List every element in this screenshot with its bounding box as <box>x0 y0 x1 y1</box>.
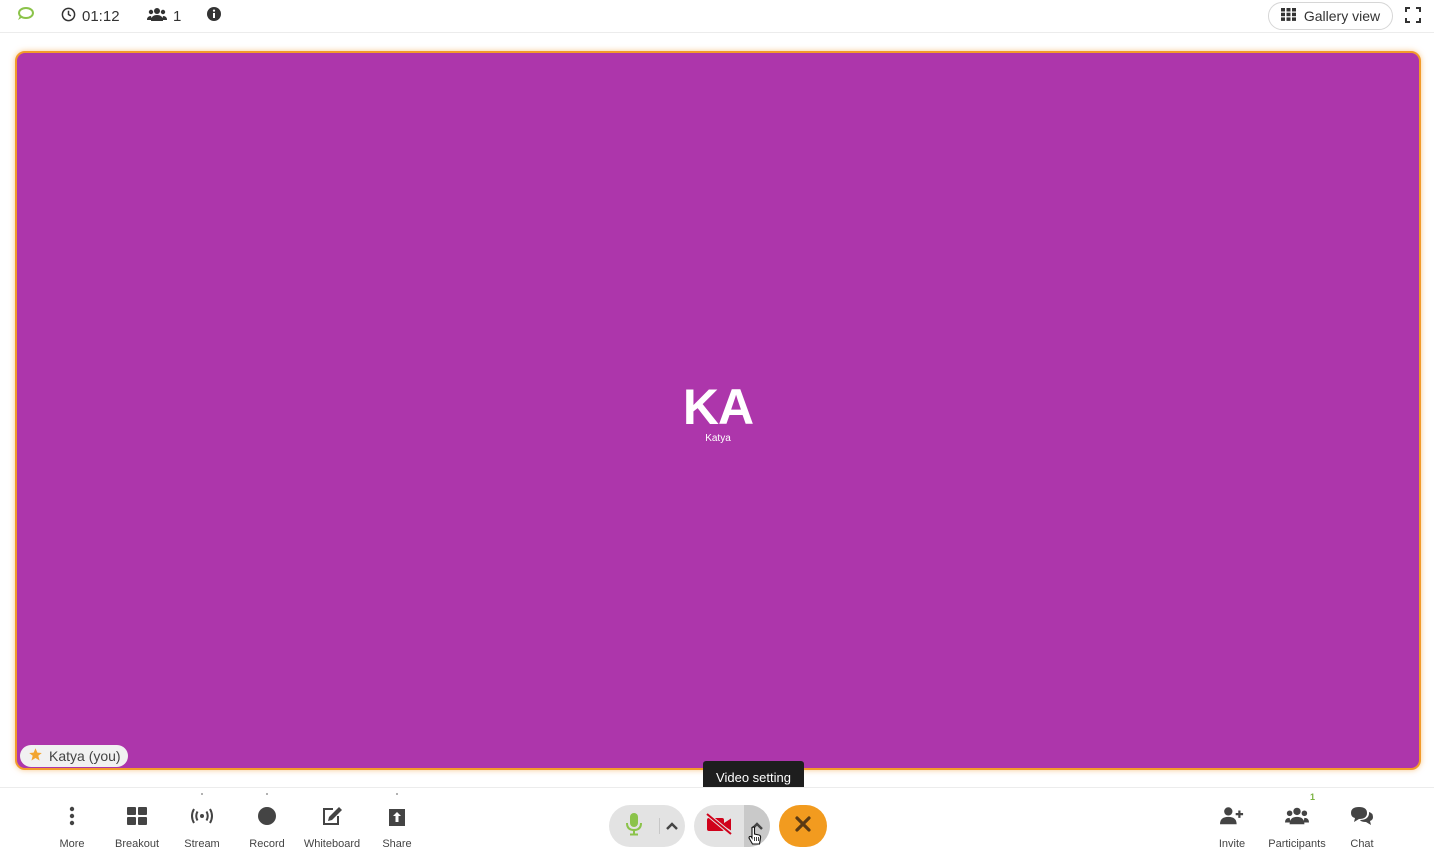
pointer-cursor-icon <box>748 826 762 846</box>
grid-icon <box>1280 8 1296 24</box>
whiteboard-button[interactable]: Whiteboard <box>300 804 364 850</box>
fullscreen-icon[interactable] <box>1405 7 1423 25</box>
users-icon: 1 <box>1285 792 1315 828</box>
participants-badge: 1 <box>1309 792 1315 802</box>
stream-label: Stream <box>184 838 220 850</box>
whiteboard-label: Whiteboard <box>303 838 361 850</box>
record-button[interactable]: Record <box>235 793 299 850</box>
users-icon <box>147 7 167 26</box>
chat-label: Chat <box>1350 838 1374 850</box>
info-icon <box>206 6 222 26</box>
avatar-name: Katya <box>705 433 731 444</box>
timer-text: 01:12 <box>82 7 120 25</box>
edit-icon <box>320 804 344 828</box>
broadcast-icon <box>190 793 214 828</box>
avatar-initials: KA <box>682 379 754 435</box>
video-off-icon <box>705 811 733 840</box>
grid-icon <box>125 804 149 828</box>
stream-button[interactable]: Stream <box>170 793 234 850</box>
chat-icon <box>1350 804 1374 828</box>
more-button[interactable]: More <box>40 804 104 850</box>
self-name-label: Katya (you) <box>49 748 121 764</box>
share-button[interactable]: Share <box>365 793 429 850</box>
invite-button[interactable]: Invite <box>1200 804 1264 850</box>
more-vertical-icon <box>60 804 84 828</box>
star-icon <box>28 747 43 765</box>
breakout-label: Breakout <box>114 838 160 850</box>
self-name-badge: Katya (you) <box>20 745 128 767</box>
mute-toggle-button[interactable] <box>609 805 659 847</box>
more-label: More <box>59 838 85 850</box>
participants-button[interactable]: 1 Participants <box>1265 792 1329 850</box>
close-icon <box>795 815 811 837</box>
microphone-control <box>609 805 685 847</box>
record-label: Record <box>249 838 285 850</box>
app-logo <box>16 0 34 32</box>
top-bar: 01:12 1 Gallery view <box>0 0 1434 33</box>
share-upload-icon <box>385 793 409 828</box>
microphone-icon <box>626 812 642 841</box>
share-label: Share <box>382 838 412 850</box>
info-button[interactable] <box>206 0 222 32</box>
participant-count[interactable]: 1 <box>147 0 181 32</box>
breakout-button[interactable]: Breakout <box>105 804 169 850</box>
leave-meeting-button[interactable] <box>779 805 827 847</box>
clock-icon <box>61 7 76 26</box>
participants-label: Participants <box>1268 838 1326 850</box>
chat-bubble-logo-icon <box>16 6 34 26</box>
participant-count-text: 1 <box>173 7 182 25</box>
add-user-icon <box>1220 804 1244 828</box>
chat-button[interactable]: Chat <box>1330 804 1394 850</box>
bottom-toolbar: More Breakout Stream Record Whiteboard S… <box>0 787 1434 858</box>
video-stage: KA Katya Katya (you) <box>15 51 1421 770</box>
gallery-view-label: Gallery view <box>1303 8 1381 24</box>
audio-settings-button[interactable] <box>659 805 685 847</box>
invite-label: Invite <box>1218 838 1246 850</box>
meeting-timer: 01:12 <box>61 0 120 32</box>
record-icon <box>255 793 279 828</box>
gallery-view-button[interactable]: Gallery view <box>1268 2 1393 30</box>
camera-toggle-button[interactable] <box>694 805 744 847</box>
chevron-up-icon <box>666 817 678 835</box>
